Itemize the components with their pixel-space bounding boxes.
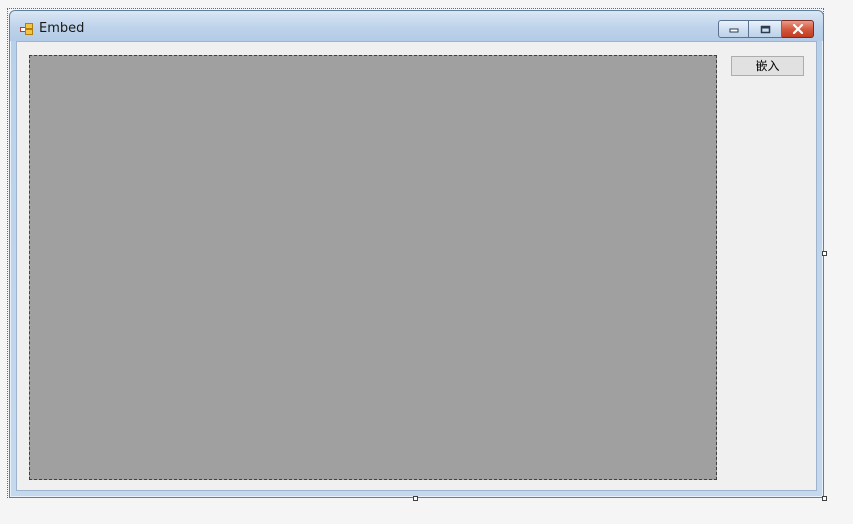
maximize-button[interactable]	[749, 20, 782, 38]
maximize-icon	[760, 25, 770, 33]
form-window[interactable]: Embed 嵌入	[9, 10, 824, 498]
close-icon	[792, 24, 803, 34]
form-client-area: 嵌入	[16, 41, 817, 491]
designer-surface: Embed 嵌入	[0, 0, 853, 524]
embed-panel[interactable]	[29, 55, 717, 480]
embed-button[interactable]: 嵌入	[731, 56, 804, 76]
resize-handle-bottom[interactable]	[413, 496, 418, 501]
resize-handle-bottom-right[interactable]	[822, 496, 827, 501]
form-icon	[20, 23, 33, 35]
window-title: Embed	[39, 21, 85, 36]
minimize-icon	[729, 28, 738, 33]
resize-handle-right[interactable]	[822, 251, 827, 256]
minimize-button[interactable]	[718, 20, 749, 38]
close-button[interactable]	[782, 20, 814, 38]
caption-buttons	[718, 20, 814, 38]
title-bar[interactable]: Embed	[10, 11, 823, 41]
